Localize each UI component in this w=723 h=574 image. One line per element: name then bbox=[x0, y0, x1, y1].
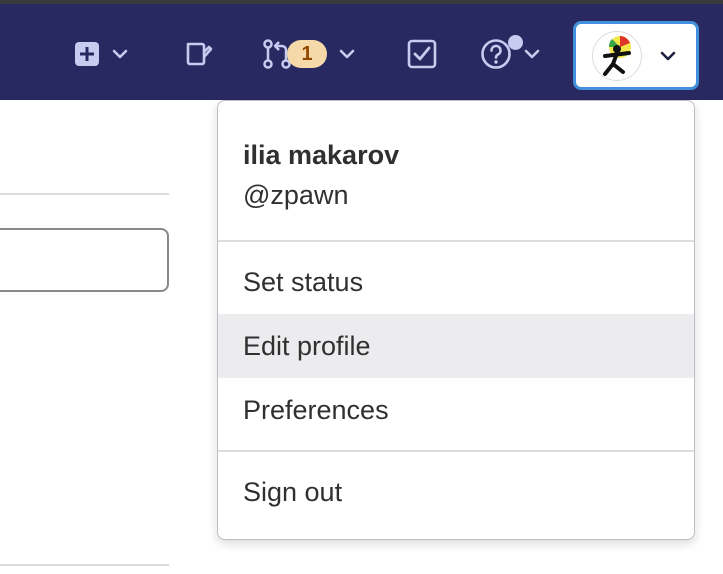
background-text-input[interactable] bbox=[0, 228, 169, 292]
user-menu-toggle[interactable] bbox=[573, 21, 699, 90]
todo-check-icon bbox=[407, 39, 437, 69]
user-dropdown-menu: ilia makarov @zpawn Set status Edit prof… bbox=[217, 100, 695, 540]
chevron-down-icon bbox=[339, 49, 355, 59]
todos-button[interactable] bbox=[407, 28, 437, 80]
chevron-down-icon bbox=[524, 49, 540, 59]
help-notification-dot bbox=[508, 35, 523, 50]
create-new-dropdown[interactable] bbox=[74, 28, 128, 80]
avatar bbox=[592, 30, 642, 81]
user-name: ilia makarov bbox=[243, 140, 400, 170]
chevron-down-icon bbox=[660, 51, 676, 60]
sign-out-item[interactable]: Sign out bbox=[218, 460, 694, 524]
merge-requests-dropdown[interactable]: 1 bbox=[261, 28, 355, 80]
preferences-item[interactable]: Preferences bbox=[218, 378, 694, 442]
plus-square-icon bbox=[75, 42, 99, 66]
merge-requests-count-badge: 1 bbox=[287, 40, 327, 68]
content-divider bbox=[0, 193, 169, 195]
menu-group-profile: Set status Edit profile Preferences bbox=[218, 242, 694, 442]
chevron-down-icon bbox=[112, 49, 128, 59]
content-divider bbox=[0, 564, 169, 566]
issues-icon bbox=[186, 42, 213, 66]
set-status-item[interactable]: Set status bbox=[218, 250, 694, 314]
edit-profile-item[interactable]: Edit profile bbox=[218, 314, 694, 378]
avatar-image-icon bbox=[603, 35, 631, 76]
user-profile-link[interactable]: ilia makarov @zpawn bbox=[218, 101, 694, 240]
issues-button[interactable] bbox=[185, 28, 213, 80]
top-navbar: 1 bbox=[0, 0, 723, 100]
user-username: @zpawn bbox=[243, 180, 349, 210]
menu-group-session: Sign out bbox=[218, 452, 694, 524]
page: 1 ilia makarov @zpawn Set status Edit pr… bbox=[0, 0, 723, 574]
